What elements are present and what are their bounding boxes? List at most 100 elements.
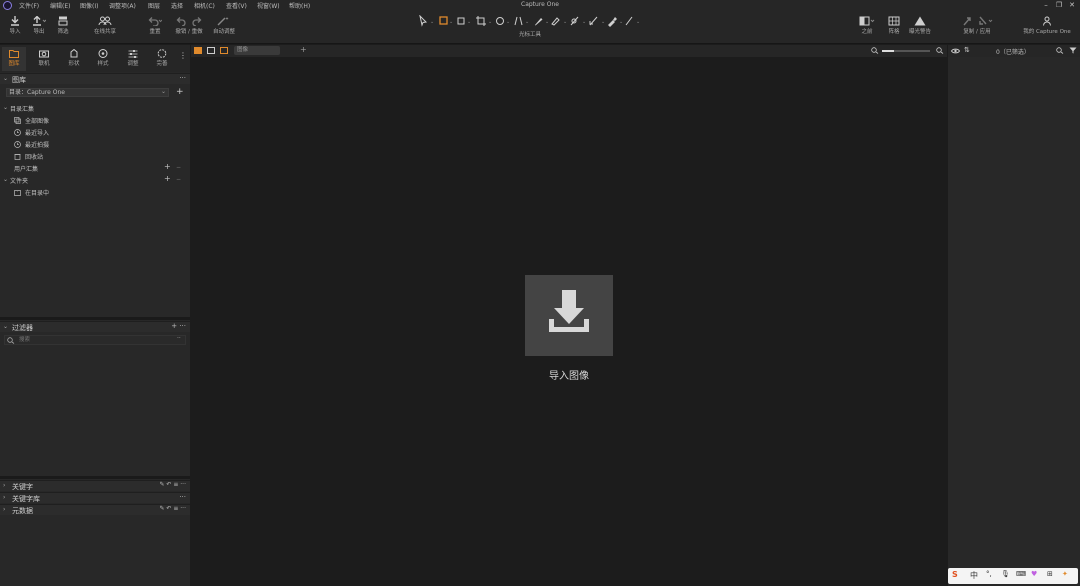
menu-adjustments[interactable]: 调整项(A)	[109, 1, 136, 10]
import-images-label[interactable]: 导入图像	[525, 367, 613, 382]
grid-button[interactable]: 阵格	[884, 14, 904, 42]
list-item-recent-imports[interactable]: 最近导入	[0, 127, 190, 138]
add-folder-icon[interactable]: +	[164, 174, 171, 183]
add-collection-icon[interactable]: +	[164, 162, 171, 171]
brush-cursor-icon[interactable]	[535, 18, 543, 26]
catalog-select[interactable]: 目录：Capture One	[6, 88, 169, 97]
remove-collection-icon[interactable]: −	[176, 164, 181, 171]
user-collections-header[interactable]: 用户汇集 + −	[0, 162, 190, 174]
more-options-icon[interactable]: ···	[179, 493, 186, 501]
search-icon[interactable]	[1056, 47, 1064, 54]
more-tabs-icon[interactable]: ⋮	[179, 51, 187, 60]
undo-redo-button[interactable]: 撤销 / 重做	[172, 14, 206, 42]
keyword-library-section-header[interactable]: › 关键字库 ···	[0, 492, 190, 503]
left-tool-panel: 图库 联机 形状 样式 调整 完善 ⋮ ⌄ 图库 ··· 目录：Capture …	[0, 45, 190, 586]
list-item-trash[interactable]: 回收站	[0, 151, 190, 162]
tab-capture[interactable]: 联机	[32, 47, 56, 71]
lens-icon	[70, 49, 78, 58]
zoom-icon[interactable]	[871, 47, 879, 54]
exposure-warning-button[interactable]: 曝光警告	[906, 14, 934, 42]
remove-folder-icon[interactable]: −	[176, 176, 181, 183]
panel-divider[interactable]	[0, 476, 190, 479]
menu-select[interactable]: 选择	[171, 1, 183, 10]
account-button[interactable]: 我的 Capture One	[1020, 14, 1074, 42]
menu-camera[interactable]: 相机(C)	[194, 1, 215, 10]
magic-wand-icon	[217, 17, 229, 26]
select-cursor-icon[interactable]	[419, 14, 428, 27]
microphone-icon[interactable]: 🎙	[1001, 570, 1010, 578]
import-button[interactable]: 导入	[5, 14, 25, 42]
keywords-section-header[interactable]: › 关键字 ✎ ↶ ≡ ···	[0, 480, 190, 491]
menu-view[interactable]: 查看(V)	[226, 1, 247, 10]
heal-cursor-icon[interactable]	[589, 16, 598, 26]
split-view-icon[interactable]	[220, 47, 228, 54]
filter-search-input[interactable]: 搜索	[4, 335, 186, 345]
picker-cursor-icon[interactable]	[608, 17, 617, 27]
filters-section-header[interactable]: ⌄ 过滤器 + ···	[0, 321, 190, 332]
keywords-actions-icon[interactable]: ✎ ↶ ≡ ···	[159, 481, 186, 488]
sogou-logo-icon[interactable]: S	[952, 570, 958, 579]
menu-image[interactable]: 图像(I)	[80, 1, 98, 10]
list-item-in-catalog[interactable]: 在目录中	[0, 187, 190, 198]
menu-layers[interactable]: 图层	[148, 1, 160, 10]
search-icon[interactable]	[936, 47, 944, 54]
filter-funnel-icon[interactable]	[1069, 47, 1077, 54]
crop-cursor-icon[interactable]	[476, 16, 486, 26]
tab-refine[interactable]: 完善	[150, 47, 174, 71]
tab-library[interactable]: 图库	[2, 47, 26, 71]
eraser-cursor-icon[interactable]	[551, 17, 560, 26]
tab-lens-label: 形状	[68, 61, 80, 67]
tab-adjust-label: 调整	[127, 61, 139, 67]
metadata-section-header[interactable]: › 元数据 ✎ ↶ ≡ ···	[0, 504, 190, 515]
ime-language[interactable]: 中	[970, 570, 978, 581]
share-button[interactable]: 在线共享	[90, 14, 120, 42]
browser-view-icon[interactable]	[194, 47, 202, 54]
menu-edit[interactable]: 编辑(E)	[50, 1, 70, 10]
before-button[interactable]: 之前	[855, 14, 879, 42]
rotate-cursor-icon[interactable]	[496, 17, 504, 25]
tab-lens[interactable]: 形状	[62, 47, 86, 71]
eye-icon[interactable]	[951, 48, 960, 54]
catalog-collections-header[interactable]: ⌄ 目录汇集	[0, 103, 190, 114]
add-tab-icon[interactable]: +	[300, 45, 307, 54]
metadata-actions-icon[interactable]: ✎ ↶ ≡ ···	[159, 505, 186, 512]
panel-divider[interactable]	[0, 317, 190, 320]
menu-help[interactable]: 帮助(H)	[289, 1, 310, 10]
toolbox-icon[interactable]: ⊞	[1047, 570, 1053, 578]
search-options-icon[interactable]: ··	[177, 335, 181, 342]
menu-file[interactable]: 文件(F)	[19, 1, 39, 10]
filter-button[interactable]: 筛选	[53, 14, 73, 42]
keyboard-icon[interactable]: ⌨	[1016, 570, 1026, 578]
close-icon[interactable]: ✕	[1066, 0, 1078, 11]
skin-icon[interactable]: ♥	[1031, 570, 1037, 578]
minimize-icon[interactable]: –	[1040, 0, 1052, 11]
tab-adjust[interactable]: 调整	[121, 47, 145, 71]
reset-button[interactable]: 重置	[143, 14, 167, 42]
auto-adjust-button[interactable]: 自动调整	[209, 14, 239, 42]
loupe-cursor-icon[interactable]	[457, 17, 465, 25]
tab-style[interactable]: 样式	[91, 47, 115, 71]
export-button[interactable]: 导出	[28, 14, 50, 42]
list-item-label: 最近拍摄	[25, 142, 50, 149]
import-images-button[interactable]	[525, 275, 613, 356]
tab-images[interactable]: 图像	[234, 46, 280, 55]
add-catalog-icon[interactable]: +	[176, 87, 184, 97]
viewer-view-icon[interactable]	[207, 47, 215, 54]
more-options-icon[interactable]: ···	[179, 74, 186, 82]
gradient-cursor-icon[interactable]	[570, 16, 579, 26]
punctuation-icon[interactable]: °,	[986, 570, 992, 578]
more-icon[interactable]: ✦	[1062, 570, 1068, 578]
keystone-cursor-icon[interactable]	[514, 16, 523, 26]
pan-cursor-icon[interactable]	[439, 16, 448, 25]
filters-add-more-icon[interactable]: + ···	[171, 322, 186, 330]
maximize-icon[interactable]: ❐	[1053, 0, 1065, 11]
copy-apply-button[interactable]: 复制 / 应用	[958, 14, 996, 42]
sort-icon[interactable]: ⇅	[964, 46, 970, 54]
list-item-recent-captures[interactable]: 最近拍摄	[0, 139, 190, 150]
zoom-slider[interactable]	[882, 50, 930, 52]
list-item-all-images[interactable]: 全部图像	[0, 115, 190, 126]
library-section-header[interactable]: ⌄ 图库 ···	[0, 73, 190, 84]
annotate-cursor-icon[interactable]	[625, 16, 633, 26]
folders-header[interactable]: ⌄ 文件夹 + −	[0, 174, 190, 186]
menu-window[interactable]: 视窗(W)	[257, 1, 280, 10]
